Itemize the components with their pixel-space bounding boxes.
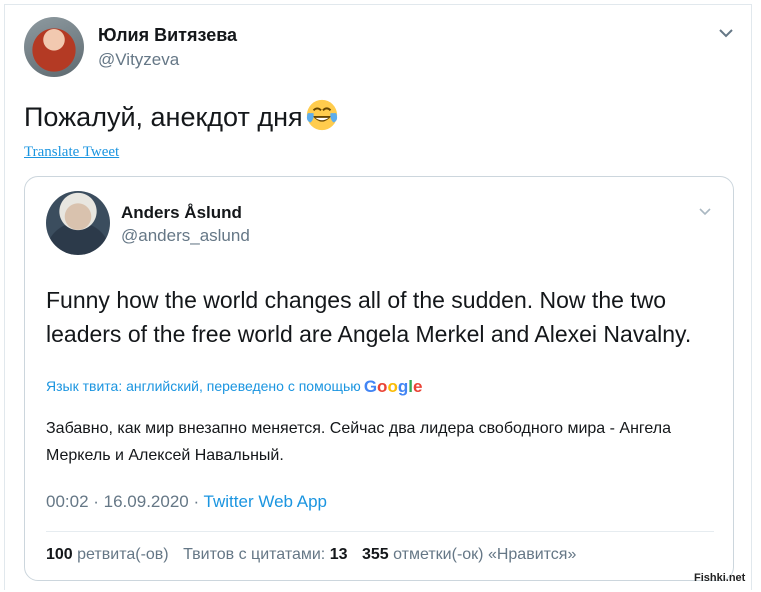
author-name[interactable]: Юлия Витязева bbox=[98, 25, 237, 46]
translate-tweet-link[interactable]: Translate Tweet bbox=[24, 144, 119, 161]
tweet-stats: 100 ретвита(-ов) Твитов с цитатами: 13 3… bbox=[46, 546, 586, 564]
quoted-author-avatar[interactable] bbox=[46, 191, 110, 255]
retweets-stat[interactable]: 100 ретвита(-ов) bbox=[46, 546, 169, 563]
chevron-down-icon[interactable] bbox=[698, 207, 712, 217]
chevron-down-icon[interactable] bbox=[718, 27, 734, 39]
quoted-tweet-text: Funny how the world changes all of the s… bbox=[46, 287, 692, 347]
quoted-tweet[interactable]: Anders Åslund @anders_aslund Funny how t… bbox=[24, 176, 734, 581]
tweet-text: Пожалуй, анекдот дня bbox=[24, 98, 339, 133]
source-app-link[interactable]: Twitter Web App bbox=[204, 492, 327, 511]
face-with-tears-of-joy-icon bbox=[306, 99, 337, 131]
translation-note: Язык твита: английский, переведено с пом… bbox=[46, 377, 423, 396]
watermark: Fishki.net bbox=[694, 572, 746, 584]
quoted-author-name[interactable]: Anders Åslund bbox=[121, 203, 242, 223]
tweet-metadata: 00:02 · 16.09.2020 · Twitter Web App bbox=[46, 492, 327, 512]
quotes-stat[interactable]: Твитов с цитатами: 13 bbox=[183, 546, 347, 563]
google-logo: Google bbox=[363, 377, 423, 396]
author-avatar[interactable] bbox=[24, 17, 84, 77]
translated-text: Забавно, как мир внезапно меняется. Сейч… bbox=[46, 420, 671, 464]
quoted-author-handle[interactable]: @anders_aslund bbox=[121, 226, 250, 246]
likes-stat[interactable]: 355 отметки(-ок) «Нравится» bbox=[362, 546, 576, 563]
divider bbox=[46, 531, 714, 532]
timestamp[interactable]: 00:02 · 16.09.2020 · bbox=[46, 492, 204, 511]
author-handle[interactable]: @Vityzeva bbox=[98, 50, 179, 70]
